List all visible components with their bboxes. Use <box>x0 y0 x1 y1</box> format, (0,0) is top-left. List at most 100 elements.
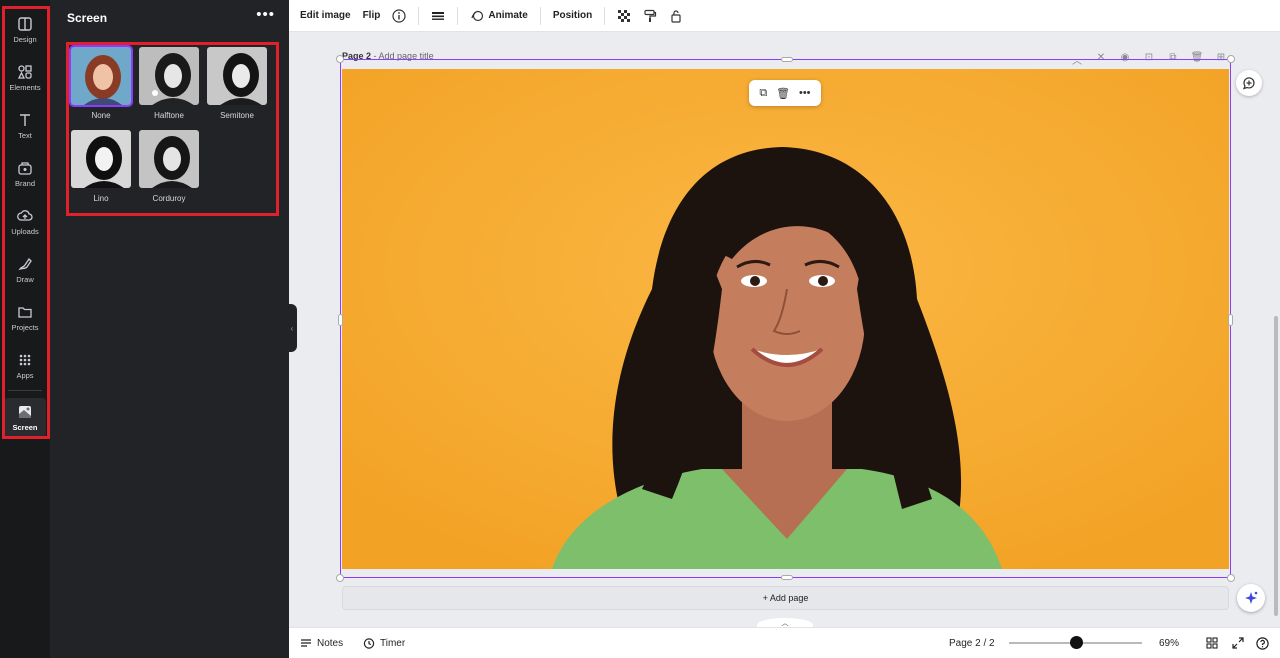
animate-button[interactable]: Animate <box>470 9 528 23</box>
notes-button[interactable]: Notes <box>300 637 343 649</box>
toolbar-divider <box>418 6 420 25</box>
fullscreen-icon <box>1232 637 1244 649</box>
timer-label: Timer <box>380 637 406 649</box>
draw-icon <box>18 257 32 271</box>
lock-button[interactable] <box>669 9 683 23</box>
rail-item-uploads[interactable]: Uploads <box>4 200 46 244</box>
add-page-icon[interactable]: ⊞ <box>1214 52 1228 67</box>
resize-handle[interactable] <box>1227 574 1235 582</box>
edit-image-button[interactable]: Edit image <box>300 10 351 21</box>
toolbar-divider <box>604 6 606 25</box>
apps-icon <box>19 354 31 366</box>
chevron-up-icon[interactable]: ︿ <box>1070 52 1084 67</box>
info-button[interactable] <box>392 8 406 23</box>
timer-button[interactable]: Timer <box>363 637 405 649</box>
effect-semitone[interactable]: Semitone <box>205 45 269 120</box>
text-icon <box>20 114 30 126</box>
rail-item-brand[interactable]: Brand <box>4 152 46 196</box>
toolbar-divider <box>457 6 459 25</box>
rail-item-label: Apps <box>16 371 34 380</box>
design-canvas[interactable] <box>342 69 1229 569</box>
uploads-icon <box>17 210 33 221</box>
delete-icon[interactable]: 🗑 <box>776 87 790 100</box>
resize-handle[interactable] <box>336 574 344 582</box>
resize-handle[interactable] <box>1227 55 1235 63</box>
delete-page-icon[interactable]: 🗑 <box>1190 52 1204 67</box>
transparency-button[interactable] <box>617 9 631 23</box>
effect-label: None <box>91 111 111 120</box>
left-rail: Design Elements Text Brand Uploads Draw … <box>0 0 50 658</box>
rail-item-label: Screen <box>12 423 38 432</box>
vertical-scrollbar[interactable] <box>1274 316 1278 616</box>
portrait-photo[interactable] <box>342 69 1229 569</box>
effect-corduroy[interactable]: Corduroy <box>137 128 201 203</box>
border-style-button[interactable] <box>431 9 445 23</box>
design-icon <box>18 17 32 31</box>
rail-item-label: Draw <box>16 275 34 284</box>
hide-page-icon[interactable]: ✕ <box>1094 52 1108 67</box>
flip-button[interactable]: Flip <box>363 10 381 21</box>
rail-item-screen[interactable]: Screen <box>4 398 46 438</box>
page-indicator[interactable]: Page 2 / 2 <box>949 638 995 649</box>
panel-title: Screen <box>67 11 108 25</box>
grid-view-button[interactable] <box>1206 637 1218 649</box>
screen-icon <box>19 406 31 418</box>
collapse-panel-handle[interactable]: ‹ <box>287 304 297 352</box>
copy-style-button[interactable] <box>643 9 657 23</box>
rail-item-label: Brand <box>14 179 35 188</box>
rail-item-elements[interactable]: Elements <box>4 56 46 100</box>
rail-divider <box>8 390 42 391</box>
rail-item-label: Projects <box>11 323 39 332</box>
comment-icon <box>1242 77 1255 90</box>
more-icon[interactable]: ••• <box>799 87 811 99</box>
rail-item-draw[interactable]: Draw <box>4 248 46 292</box>
sparkle-icon <box>1245 591 1258 604</box>
effect-label: Lino <box>93 194 109 203</box>
zoom-slider-handle[interactable] <box>1070 636 1083 649</box>
effect-label: Halftone <box>154 111 184 120</box>
add-comment-button[interactable] <box>1236 70 1262 96</box>
page-title-placeholder: - Add page title <box>371 51 434 61</box>
resize-handle[interactable] <box>781 57 793 62</box>
toolbar-divider <box>539 6 541 25</box>
page-header[interactable]: Page 2 - Add page title <box>342 51 434 61</box>
effect-thumbnail <box>137 45 201 107</box>
paint-roller-icon <box>644 9 657 22</box>
notes-label: Notes <box>317 637 344 649</box>
effect-label: Semitone <box>220 111 254 120</box>
effect-none[interactable]: None <box>69 45 133 120</box>
bottom-bar: Notes Timer Page 2 / 2 69% <box>289 627 1280 658</box>
rail-item-design[interactable]: Design <box>4 8 46 52</box>
add-page-button[interactable]: + Add page <box>342 586 1229 610</box>
rail-item-text[interactable]: Text <box>4 104 46 148</box>
info-icon <box>392 8 406 23</box>
effect-lino[interactable]: Lino <box>69 128 133 203</box>
resize-handle[interactable] <box>781 575 793 580</box>
zoom-level[interactable]: 69% <box>1159 638 1179 649</box>
effect-thumbnail <box>205 45 269 107</box>
duplicate-icon[interactable]: ⧉ <box>759 87 767 100</box>
position-button[interactable]: Position <box>553 10 592 21</box>
rail-item-label: Design <box>13 35 37 44</box>
rail-item-projects[interactable]: Projects <box>4 296 46 340</box>
effect-halftone[interactable]: Halftone <box>137 45 201 120</box>
border-style-icon <box>432 11 445 20</box>
animate-icon <box>471 10 484 21</box>
transparency-icon <box>618 9 631 22</box>
projects-icon <box>18 307 32 318</box>
element-floating-toolbar: ⧉ 🗑 ••• <box>749 80 821 106</box>
effect-thumbnail <box>137 128 201 190</box>
eye-icon[interactable]: ◉ <box>1118 52 1132 67</box>
rail-item-apps[interactable]: Apps <box>4 344 46 388</box>
duplicate-page-icon[interactable]: ⧉ <box>1166 52 1180 67</box>
rail-item-label: Uploads <box>11 227 39 236</box>
notes-icon <box>301 639 311 647</box>
page-actions: ︿ ✕ ◉ ⊡ ⧉ 🗑 ⊞ <box>1070 52 1228 67</box>
magic-assistant-button[interactable] <box>1237 584 1265 612</box>
lock-page-icon[interactable]: ⊡ <box>1142 52 1156 67</box>
more-options-icon[interactable]: ••• <box>256 6 275 23</box>
grid-view-icon <box>1206 637 1218 649</box>
fullscreen-button[interactable] <box>1232 637 1244 649</box>
help-button[interactable] <box>1256 636 1269 650</box>
brand-icon <box>18 162 32 175</box>
